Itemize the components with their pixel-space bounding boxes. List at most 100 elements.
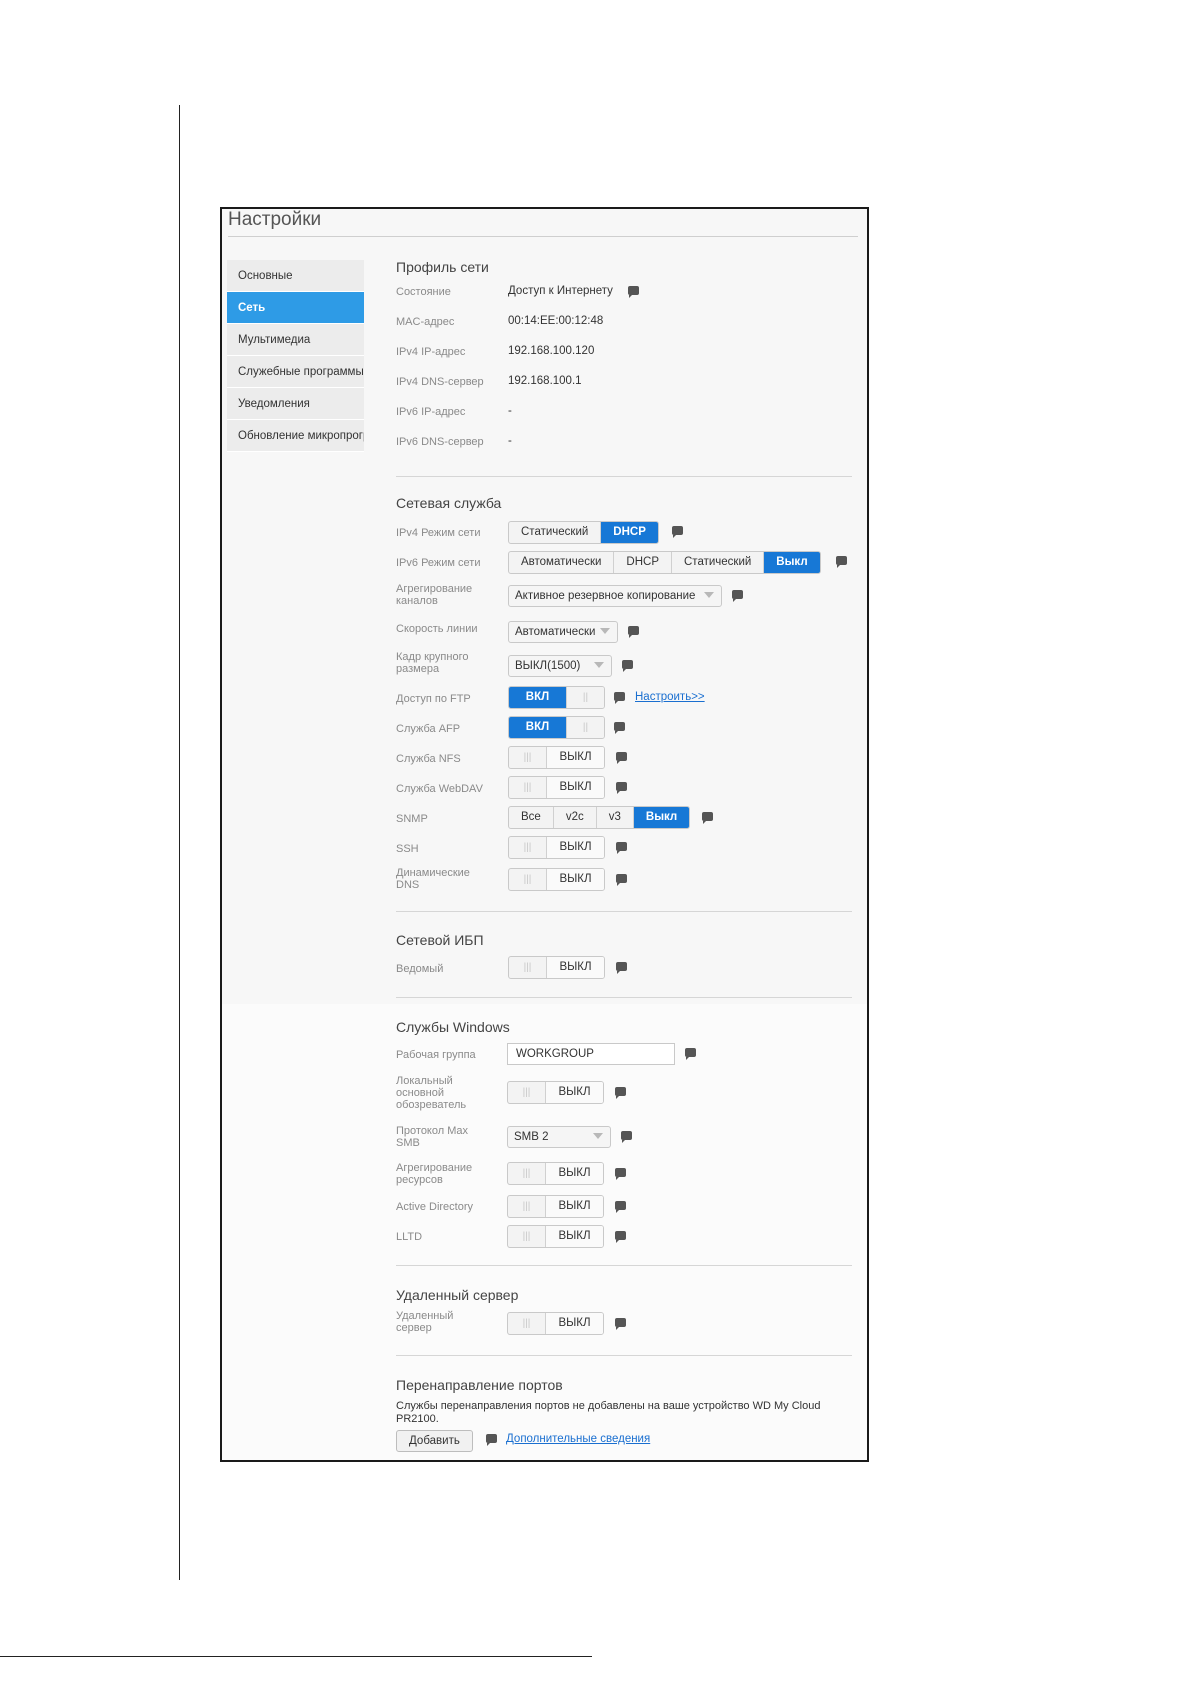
help-icon[interactable] bbox=[616, 842, 627, 854]
link-speed-dropdown[interactable]: Автоматически bbox=[508, 621, 618, 643]
port-forwarding-note: Службы перенаправления портов не добавле… bbox=[396, 1400, 821, 1425]
ipv6-mode-selector: Автоматически DHCP Статический Выкл bbox=[508, 551, 821, 574]
ipv6-mode-dhcp[interactable]: DHCP bbox=[614, 552, 672, 573]
link-speed-value: Автоматически bbox=[515, 626, 596, 638]
section-title-network-profile: Профиль сети bbox=[396, 259, 489, 275]
help-icon[interactable] bbox=[616, 782, 627, 794]
help-icon[interactable] bbox=[615, 1318, 626, 1330]
toggle-handle: ||| bbox=[522, 1318, 531, 1329]
chevron-down-icon bbox=[593, 1133, 603, 1139]
help-icon[interactable] bbox=[621, 1131, 632, 1143]
section-title-port-forwarding: Перенаправление портов bbox=[396, 1377, 563, 1393]
toggle-handle: ||| bbox=[522, 1231, 531, 1242]
help-icon[interactable] bbox=[614, 722, 625, 734]
label-mac-address: MAC-адрес bbox=[396, 316, 455, 328]
toggle-state: ВКЛ bbox=[509, 687, 567, 708]
ddns-toggle[interactable]: ||| ВЫКЛ bbox=[508, 868, 605, 891]
section-title-network-ups: Сетевой ИБП bbox=[396, 932, 484, 948]
help-icon[interactable] bbox=[685, 1048, 696, 1060]
section-divider bbox=[396, 476, 852, 477]
ipv6-mode-static[interactable]: Статический bbox=[672, 552, 765, 573]
link-aggregation-dropdown[interactable]: Активное резервное копирование bbox=[508, 585, 722, 607]
value-ipv6-dns: - bbox=[508, 435, 512, 447]
toggle-state: ВЫКЛ bbox=[546, 837, 604, 858]
chevron-down-icon bbox=[704, 592, 714, 598]
max-smb-value: SMB 2 bbox=[514, 1131, 549, 1143]
ipv6-mode-auto[interactable]: Автоматически bbox=[509, 552, 615, 573]
help-icon[interactable] bbox=[615, 1231, 626, 1243]
more-info-link[interactable]: Дополнительные сведения bbox=[506, 1433, 650, 1445]
snmp-all[interactable]: Все bbox=[509, 807, 554, 828]
page-margin-rule bbox=[179, 105, 180, 1580]
section-divider bbox=[396, 997, 852, 998]
toggle-handle: || bbox=[567, 687, 604, 708]
add-port-forwarding-button[interactable]: Добавить bbox=[396, 1430, 473, 1452]
jumbo-frame-dropdown[interactable]: ВЫКЛ(1500) bbox=[508, 655, 612, 677]
ipv4-mode-dhcp[interactable]: DHCP bbox=[601, 522, 658, 543]
ftp-configure-link[interactable]: Настроить>> bbox=[635, 691, 705, 703]
help-icon[interactable] bbox=[628, 626, 639, 638]
local-master-browser-toggle[interactable]: ||| ВЫКЛ bbox=[507, 1081, 604, 1104]
label-ftp-access: Доступ по FTP bbox=[396, 693, 471, 705]
help-icon[interactable] bbox=[616, 962, 627, 974]
nfs-toggle[interactable]: ||| ВЫКЛ bbox=[508, 746, 605, 769]
label-active-directory: Active Directory bbox=[396, 1201, 474, 1213]
toggle-handle: ||| bbox=[522, 1168, 531, 1179]
label-webdav-service: Служба WebDAV bbox=[396, 783, 483, 795]
active-directory-toggle[interactable]: ||| ВЫКЛ bbox=[507, 1195, 604, 1218]
help-icon[interactable] bbox=[622, 660, 633, 672]
section-divider bbox=[396, 1355, 852, 1356]
ipv4-mode-static[interactable]: Статический bbox=[509, 522, 602, 543]
snmp-v3[interactable]: v3 bbox=[597, 807, 634, 828]
help-icon[interactable] bbox=[615, 1087, 626, 1099]
help-icon[interactable] bbox=[732, 590, 743, 602]
workgroup-input[interactable]: WORKGROUP bbox=[507, 1043, 675, 1065]
toggle-state: ВЫКЛ bbox=[546, 957, 604, 978]
help-icon[interactable] bbox=[616, 874, 627, 886]
ftp-toggle[interactable]: ВКЛ || bbox=[508, 686, 605, 709]
label-ipv4-address: IPv4 IP-адрес bbox=[396, 346, 466, 358]
toggle-handle: ||| bbox=[523, 782, 532, 793]
section-divider bbox=[396, 911, 852, 912]
help-icon[interactable] bbox=[702, 812, 713, 824]
resource-aggregation-toggle[interactable]: ||| ВЫКЛ bbox=[507, 1162, 604, 1185]
help-icon[interactable] bbox=[672, 526, 683, 538]
label-ipv6-dns: IPv6 DNS-сервер bbox=[396, 436, 484, 448]
toggle-handle: ||| bbox=[523, 874, 532, 885]
label-ipv4-mode: IPv4 Режим сети bbox=[396, 527, 481, 539]
help-icon[interactable] bbox=[616, 752, 627, 764]
help-icon[interactable] bbox=[486, 1434, 497, 1446]
snmp-selector: Все v2c v3 Выкл bbox=[508, 806, 691, 829]
jumbo-frame-value: ВЫКЛ(1500) bbox=[515, 660, 581, 672]
help-icon[interactable] bbox=[614, 692, 625, 704]
toggle-handle: ||| bbox=[522, 1087, 531, 1098]
toggle-handle: ||| bbox=[523, 962, 532, 973]
label-snmp: SNMP bbox=[396, 813, 428, 825]
chevron-down-icon bbox=[600, 628, 610, 634]
ups-slave-toggle[interactable]: ||| ВЫКЛ bbox=[508, 956, 605, 979]
chevron-down-icon bbox=[594, 662, 604, 668]
toggle-state: ВЫКЛ bbox=[545, 1226, 603, 1247]
label-ipv6-mode: IPv6 Режим сети bbox=[396, 557, 481, 569]
remote-server-toggle[interactable]: ||| ВЫКЛ bbox=[507, 1312, 604, 1335]
webdav-toggle[interactable]: ||| ВЫКЛ bbox=[508, 776, 605, 799]
help-icon[interactable] bbox=[615, 1168, 626, 1180]
snmp-v2c[interactable]: v2c bbox=[554, 807, 597, 828]
label-remote-server: Удаленный сервер bbox=[396, 1310, 454, 1334]
lltd-toggle[interactable]: ||| ВЫКЛ bbox=[507, 1225, 604, 1248]
ssh-toggle[interactable]: ||| ВЫКЛ bbox=[508, 836, 605, 859]
help-icon[interactable] bbox=[628, 286, 639, 298]
value-ipv6-address: - bbox=[508, 405, 512, 417]
ipv6-mode-off[interactable]: Выкл bbox=[764, 552, 820, 573]
afp-toggle[interactable]: ВКЛ || bbox=[508, 716, 605, 739]
label-status: Состояние bbox=[396, 286, 451, 298]
help-icon[interactable] bbox=[615, 1201, 626, 1213]
label-ups-slave: Ведомый bbox=[396, 963, 444, 975]
snmp-off[interactable]: Выкл bbox=[633, 807, 690, 828]
value-ipv4-address: 192.168.100.120 bbox=[508, 345, 595, 357]
toggle-state: ВЫКЛ bbox=[545, 1163, 603, 1184]
help-icon[interactable] bbox=[836, 556, 847, 568]
label-ssh: SSH bbox=[396, 843, 419, 855]
toggle-state: ВЫКЛ bbox=[546, 777, 604, 798]
max-smb-dropdown[interactable]: SMB 2 bbox=[507, 1126, 611, 1148]
